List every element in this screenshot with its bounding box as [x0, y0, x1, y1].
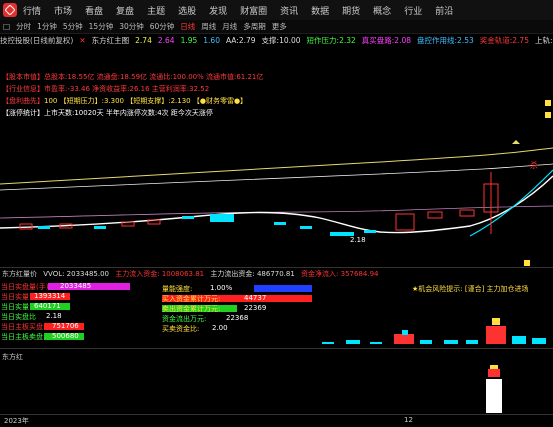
- menu-item[interactable]: 主题: [147, 4, 174, 17]
- candle: [364, 230, 376, 233]
- candle: [38, 226, 50, 229]
- box-top-value: 盘控作用线:2.53: [417, 36, 474, 45]
- ma-line-cyan: [469, 169, 553, 237]
- period-tab[interactable]: 30分钟: [119, 21, 144, 32]
- menu-item[interactable]: 行情: [23, 4, 50, 17]
- period-tab[interactable]: 分时: [16, 21, 31, 32]
- period-tab[interactable]: 月线: [222, 21, 237, 32]
- ma-value-4: 1.60: [203, 36, 220, 45]
- menu-item[interactable]: 市场: [54, 4, 81, 17]
- volume-bars: [322, 318, 546, 344]
- main-chart[interactable]: 【股本市值】总股本:18.55亿 流通盘:18.59亿 流通比:100.00% …: [0, 48, 553, 266]
- period-bar: □ 分时 1分钟 5分钟 15分钟 30分钟 60分钟 日线 周线 月线 多周期…: [0, 20, 553, 34]
- menu-item[interactable]: 选股: [178, 4, 205, 17]
- upper-track-value: 上轨:: [534, 36, 553, 45]
- menu-item[interactable]: 发现: [209, 4, 236, 17]
- period-tab[interactable]: 15分钟: [89, 21, 114, 32]
- mini-square: [545, 112, 551, 118]
- period-tab[interactable]: 1分钟: [37, 21, 57, 32]
- time-axis: 2023年 12: [0, 414, 553, 427]
- real-turn-value: 真买盘路:2.08: [361, 36, 412, 45]
- mini-square: [545, 100, 551, 106]
- aa-value: AA:2.79: [225, 36, 256, 45]
- close-icon[interactable]: ✕: [79, 36, 85, 45]
- candle: [274, 222, 286, 225]
- ma-value-2: 2.64: [157, 36, 175, 45]
- candle: [427, 211, 443, 219]
- period-tab[interactable]: 多周期: [243, 21, 266, 32]
- period-tab[interactable]: 5分钟: [63, 21, 83, 32]
- menu-item[interactable]: 概念: [373, 4, 400, 17]
- candle: [395, 213, 415, 231]
- candle: [182, 216, 194, 219]
- menu-item[interactable]: 复盘: [116, 4, 143, 17]
- candle: [94, 226, 106, 229]
- signal-chart: [486, 365, 502, 413]
- menu-item[interactable]: 行业: [404, 4, 431, 17]
- time-label-mid: 12: [404, 416, 413, 424]
- menu-item[interactable]: 看盘: [85, 4, 112, 17]
- period-tab[interactable]: 更多: [272, 21, 287, 32]
- period-tab[interactable]: 周线: [201, 21, 216, 32]
- candle: [300, 226, 312, 229]
- main-menu: 行情 市场 看盘 复盘 主题 选股 发现 财富圈 资讯 数据 期货 概念 行业 …: [23, 4, 466, 17]
- time-label-start: 2023年: [4, 417, 29, 425]
- kline-chart[interactable]: [0, 48, 553, 266]
- ma-value-1: 2.74: [135, 36, 152, 45]
- dongfanghong-panel[interactable]: 东方红: [0, 348, 553, 415]
- period-tab[interactable]: 60分钟: [150, 21, 175, 32]
- chart-title: 技控投股(日线前复权): [0, 36, 74, 45]
- bull-track-value: 奖金轨道:2.75: [479, 36, 529, 45]
- top-menu-bar: 行情 市场 看盘 复盘 主题 选股 发现 财富圈 资讯 数据 期货 概念 行业 …: [0, 0, 553, 21]
- scroll-marker: [524, 260, 530, 266]
- low-price-label: 2.18: [350, 236, 366, 244]
- ma-value-3: 1.95: [180, 36, 198, 45]
- arrow-marker: [512, 140, 520, 144]
- indicator-info-bar: 技控投股(日线前复权) ✕ 东方红主图 2.74 2.64 1.95 1.60 …: [0, 34, 553, 47]
- short-pressure-value: 短作压力:2.32: [306, 36, 356, 45]
- candle: [459, 209, 475, 217]
- menu-item[interactable]: 期货: [342, 4, 369, 17]
- period-tab-selected[interactable]: 日线: [180, 21, 195, 32]
- signal-label: 杀: [530, 161, 538, 170]
- menu-item[interactable]: 数据: [311, 4, 338, 17]
- app-logo-icon[interactable]: [3, 3, 17, 17]
- indicator-name[interactable]: 东方红主图: [92, 35, 130, 46]
- volume-price-panel[interactable]: 东方红量价 VVOL: 2033485.00 主力流入资金: 1008063.8…: [0, 267, 553, 348]
- menu-item[interactable]: 前沿: [435, 4, 462, 17]
- menu-item[interactable]: 资讯: [280, 4, 307, 17]
- support-value: 支撑:10.00: [261, 36, 301, 45]
- window-icon[interactable]: □: [3, 22, 10, 31]
- candle: [210, 214, 234, 222]
- menu-item[interactable]: 财富圈: [240, 4, 276, 17]
